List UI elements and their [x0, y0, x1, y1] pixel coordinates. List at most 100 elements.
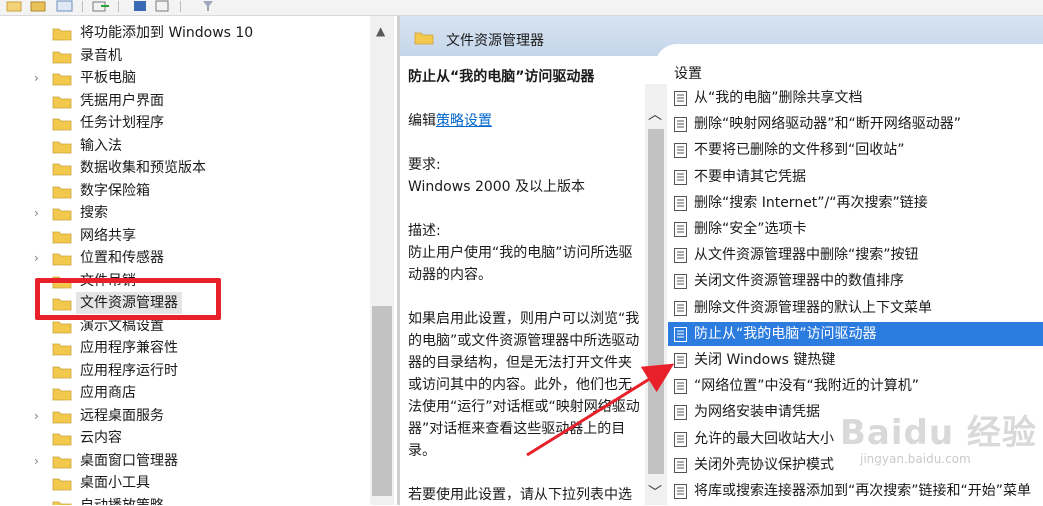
tree-item[interactable]: 录音机 [30, 45, 370, 67]
setting-row[interactable]: 删除“映射网络驱动器”和“断开网络驱动器” [668, 112, 1043, 136]
chevron-right-icon[interactable]: › [34, 450, 46, 472]
chevron-right-icon[interactable]: › [34, 67, 46, 89]
tree-item[interactable]: › 搜索 [30, 202, 370, 224]
tree-item[interactable]: › 平板电脑 [30, 67, 370, 89]
tree-item[interactable]: 网络共享 [30, 225, 370, 247]
chevron-right-icon[interactable]: › [34, 405, 46, 427]
tree-item-label: 云内容 [80, 430, 122, 446]
tree-item-label: 自动播放策略 [80, 495, 164, 506]
properties-icon[interactable] [154, 0, 172, 12]
description-label: 描述: [408, 223, 441, 239]
tree-item-label: 应用程序运行时 [80, 362, 178, 379]
tree-item[interactable]: 凭据用户界面 [30, 90, 370, 112]
folder-icon [52, 433, 72, 446]
folder-icon [52, 231, 72, 243]
tree-item[interactable]: 云内容 [30, 427, 370, 449]
scroll-up-icon[interactable]: ︿ [648, 104, 662, 124]
filter-icon[interactable] [200, 0, 218, 12]
toolbar-separator [118, 1, 119, 12]
setting-row[interactable]: 将库或搜索连接器添加到“再次搜索”链接和“开始”菜单 [668, 479, 1043, 503]
folder-icon [52, 501, 72, 505]
setting-label: 防止从“我的电脑”访问驱动器 [694, 325, 877, 342]
setting-row[interactable]: “网络位置”中没有“我附近的计算机” [668, 374, 1043, 398]
folder-icon [52, 28, 72, 41]
export-icon[interactable] [92, 0, 110, 12]
tree-scroll-thumb[interactable] [372, 306, 392, 496]
view-icon[interactable] [56, 0, 74, 12]
chevron-right-icon[interactable]: › [34, 202, 46, 224]
policy-setting-icon [674, 300, 687, 316]
tree-item[interactable]: 应用程序兼容性 [30, 337, 370, 359]
folder-up-icon[interactable] [30, 0, 48, 12]
baidu-watermark: Baidu 经验 [840, 413, 1037, 453]
setting-row[interactable]: 删除文件资源管理器的默认上下文菜单 [668, 296, 1043, 320]
setting-label: 从“我的电脑”删除共享文档 [694, 90, 863, 106]
policy-setting-icon [674, 169, 687, 185]
tree-item[interactable]: › 桌面窗口管理器 [30, 450, 370, 472]
baidu-watermark-url: jingyan.baidu.com [860, 452, 971, 466]
tree-item[interactable]: › 位置和传感器 [30, 247, 370, 269]
tree-item[interactable]: 数据收集和预览版本 [30, 157, 370, 179]
highlight-box [35, 278, 221, 320]
settings-column-header[interactable]: 设置 [674, 63, 702, 83]
tree-item-label: 应用程序兼容性 [80, 340, 178, 356]
setting-label: 将库或搜索连接器添加到“再次搜索”链接和“开始”菜单 [694, 483, 1032, 499]
chevron-right-icon[interactable]: › [34, 247, 46, 269]
edit-policy-link[interactable]: 策略设置 [436, 113, 492, 129]
tree-item[interactable]: › 远程桌面服务 [30, 405, 370, 427]
tree-item[interactable]: 桌面小工具 [30, 472, 370, 494]
tree-item[interactable]: 自动播放策略 [30, 495, 370, 506]
edit-line: 编辑策略设置 [408, 110, 640, 132]
setting-row[interactable]: 不要申请其它凭据 [668, 165, 1043, 189]
tree-item[interactable]: 数字保险箱 [30, 180, 370, 202]
policy-tree: 将功能添加到 Windows 10 录音机 › 平板电脑 凭据用户界面 任务计划程序 输入法… [0, 16, 398, 505]
policy-setting-icon [674, 379, 687, 395]
setting-row[interactable]: 不要将已删除的文件移到“回收站” [668, 138, 1043, 162]
settings-scroll-thumb[interactable] [648, 129, 664, 474]
scroll-up-icon[interactable]: ▲ [376, 24, 385, 38]
policy-description: 防止从“我的电脑”访问驱动器 编辑策略设置 要求: Windows 2000 及… [408, 66, 640, 506]
setting-row[interactable]: 删除“安全”选项卡 [668, 217, 1043, 241]
tree-item-label: 桌面窗口管理器 [80, 452, 178, 469]
tree-item-label: 输入法 [80, 137, 122, 154]
scroll-down-icon[interactable]: ﹀ [648, 482, 662, 502]
policy-setting-icon [674, 431, 687, 447]
description-para2: 如果启用此设置，则用户可以浏览“我的电脑”或文件资源管理器中所选驱动器的目录结构… [408, 311, 640, 459]
tree-item-label: 平板电脑 [80, 70, 136, 86]
tree-item-label: 应用商店 [80, 385, 136, 401]
setting-label: 关闭文件资源管理器中的数值排序 [694, 273, 904, 290]
tree-scrollbar[interactable]: ▲ [370, 16, 394, 505]
back-icon[interactable] [6, 0, 24, 12]
setting-row[interactable]: 关闭 Windows 键热键 [668, 348, 1043, 372]
tree-item[interactable]: 任务计划程序 [30, 112, 370, 134]
folder-icon [52, 186, 72, 198]
setting-row[interactable]: 关闭外壳协议保护模式 [668, 453, 1043, 477]
setting-label: 删除“映射网络驱动器”和“断开网络驱动器” [694, 116, 962, 133]
folder-icon [52, 388, 72, 401]
policy-setting-icon [674, 222, 687, 237]
tree-item[interactable]: 应用商店 [30, 382, 370, 404]
policy-title: 防止从“我的电脑”访问驱动器 [408, 69, 595, 85]
policy-setting-icon [674, 248, 687, 264]
folder-icon [52, 411, 72, 423]
folder-icon [52, 51, 72, 63]
setting-row[interactable]: 删除“搜索 Internet”/“再次搜索”链接 [668, 191, 1043, 215]
setting-row[interactable]: 从文件资源管理器中删除“搜索”按钮 [668, 243, 1043, 267]
tree-item-label: 位置和传感器 [80, 250, 164, 266]
tree-item[interactable]: 将功能添加到 Windows 10 [30, 22, 370, 44]
policy-setting-icon [674, 457, 687, 473]
toolbar [0, 0, 1043, 16]
tree-item[interactable]: 输入法 [30, 135, 370, 157]
requirement-value: Windows 2000 及以上版本 [408, 179, 586, 195]
policy-setting-icon [674, 484, 687, 499]
settings-scrollbar[interactable]: ︿ ﹀ [645, 84, 667, 505]
setting-row[interactable]: 防止从“我的电脑”访问驱动器 [668, 321, 1043, 346]
folder-icon [52, 73, 72, 86]
policy-setting-icon [674, 195, 687, 211]
setting-row[interactable]: 从“我的电脑”删除共享文档 [668, 86, 1043, 110]
help-icon[interactable] [132, 0, 150, 12]
tree-item[interactable]: 应用程序运行时 [30, 360, 370, 382]
setting-row[interactable]: 关闭文件资源管理器中的数值排序 [668, 269, 1043, 293]
